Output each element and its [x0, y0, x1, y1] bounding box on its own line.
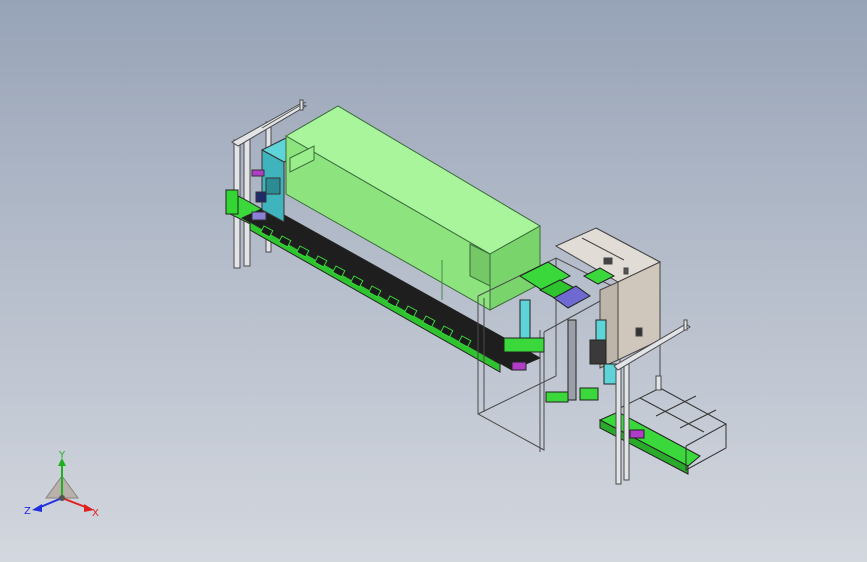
assembly-model[interactable] [0, 0, 867, 562]
y-axis-label: Y [58, 450, 66, 461]
x-axis-label: X [92, 508, 99, 519]
axis-triad: Y Z X [22, 448, 106, 526]
cad-viewport[interactable]: Y Z X [0, 0, 867, 562]
green-enclosure [285, 105, 542, 311]
z-axis-label: Z [24, 506, 31, 517]
